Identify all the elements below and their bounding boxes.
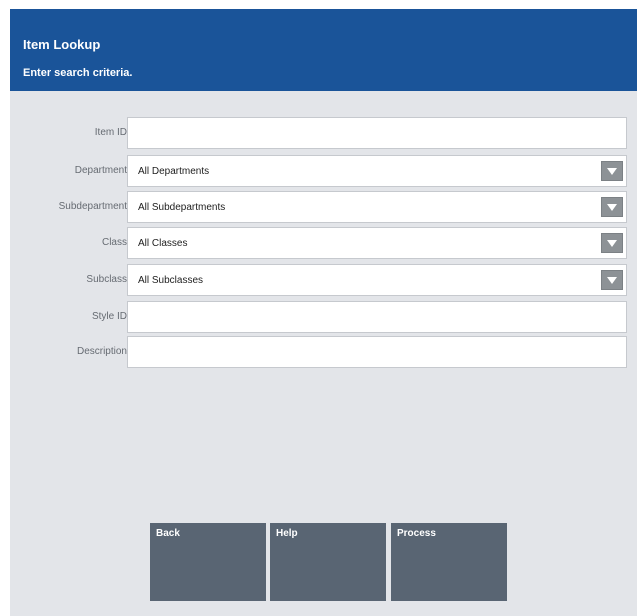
department-row: Department All Departments [10,155,637,187]
class-value: All Classes [138,238,188,249]
item-id-row: Item ID [10,117,637,149]
style-id-label: Style ID [91,311,127,322]
subclass-label: Subclass [86,274,127,285]
subclass-value: All Subclasses [138,275,204,286]
item-id-input[interactable] [127,117,627,149]
subdepartment-select[interactable]: All Subdepartments [127,191,627,223]
process-button[interactable]: Process [391,523,507,601]
subclass-select[interactable]: All Subclasses [127,264,627,296]
subdepartment-row: Subdepartment All Subdepartments [10,191,637,223]
style-id-row: Style ID [10,301,637,333]
subdepartment-dropdown-icon[interactable] [601,197,623,217]
class-row: Class All Classes [10,227,637,259]
description-input[interactable] [127,336,627,368]
header-bar: Item Lookup Enter search criteria. [10,9,637,91]
subdepartment-value: All Subdepartments [138,202,226,213]
help-button[interactable]: Help [270,523,386,601]
department-label: Department [74,165,127,176]
back-button[interactable]: Back [150,523,266,601]
subdepartment-label: Subdepartment [58,201,127,212]
description-label: Description [76,346,127,357]
department-select[interactable]: All Departments [127,155,627,187]
department-value: All Departments [138,166,210,177]
style-id-input[interactable] [127,301,627,333]
class-dropdown-icon[interactable] [601,233,623,253]
item-id-label: Item ID [94,127,127,138]
page-title: Item Lookup [23,37,101,52]
class-label: Class [101,237,127,248]
item-lookup-window: Item Lookup Enter search criteria. Item … [10,9,637,616]
description-row: Description [10,336,637,368]
class-select[interactable]: All Classes [127,227,627,259]
subclass-dropdown-icon[interactable] [601,270,623,290]
page-subtitle: Enter search criteria. [23,67,133,79]
subclass-row: Subclass All Subclasses [10,264,637,296]
department-dropdown-icon[interactable] [601,161,623,181]
